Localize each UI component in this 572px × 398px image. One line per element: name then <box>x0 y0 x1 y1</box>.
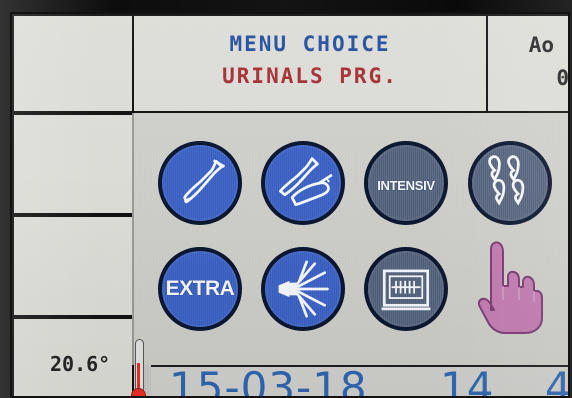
intensiv-label: INTENSIV <box>377 178 435 193</box>
counter-panel: Ao 0 <box>486 14 569 113</box>
minute-display: 40 <box>544 365 570 398</box>
left-panel-lower <box>12 215 134 317</box>
extra-program-button[interactable]: EXTRA <box>158 247 242 331</box>
time-display: 14 40 <box>440 365 570 398</box>
lcd-display: MENU CHOICE URINALS PRG. Ao 0 INTENSIV E… <box>10 12 570 398</box>
menu-header: MENU CHOICE URINALS PRG. <box>132 14 488 113</box>
menu-title: MENU CHOICE <box>229 32 391 56</box>
date-time-bar: 15-03-18 14 40 <box>151 365 570 398</box>
device-screen-frame: MENU CHOICE URINALS PRG. Ao 0 INTENSIV E… <box>0 0 572 398</box>
urinal-bottle-icon <box>183 159 226 204</box>
hand-button[interactable] <box>472 238 544 338</box>
date-display: 15-03-18 <box>169 365 368 398</box>
left-panel-top <box>12 14 134 113</box>
extra-label: EXTRA <box>165 277 235 300</box>
bottle-and-bag-icon <box>279 157 333 207</box>
bottle-and-bag-button[interactable] <box>261 141 345 225</box>
drops-program-button[interactable] <box>468 141 552 225</box>
drops-icon <box>488 155 525 206</box>
heated-chamber-button[interactable] <box>364 247 448 331</box>
thermometer-bulb <box>131 388 146 396</box>
spray-nozzle-button[interactable] <box>261 247 345 331</box>
urinal-bottle-button[interactable] <box>158 141 242 225</box>
temperature-readout: 20.6° <box>50 352 111 376</box>
program-button-area: INTENSIV EXTRA <box>132 113 568 365</box>
hour-display: 14 <box>440 365 494 398</box>
left-panel-middle <box>12 113 134 215</box>
counter-value: 0 <box>556 66 569 90</box>
program-title: URINALS PRG. <box>222 64 398 88</box>
intensiv-program-button[interactable]: INTENSIV <box>364 141 448 225</box>
thermometer-icon <box>131 339 147 396</box>
pointing-hand-icon <box>477 241 543 334</box>
spray-nozzle-icon <box>278 260 329 318</box>
counter-label: Ao <box>528 33 554 57</box>
heated-chamber-icon <box>381 269 431 311</box>
